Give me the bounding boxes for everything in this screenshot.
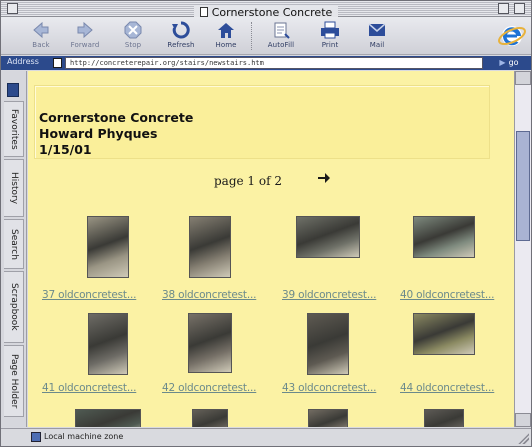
next-page-arrow-icon[interactable]: [317, 170, 331, 184]
status-text: Local machine zone: [44, 432, 124, 441]
zone-icon: [31, 432, 41, 442]
refresh-icon: [172, 21, 190, 39]
tab-scrapbook[interactable]: Scrapbook: [4, 271, 24, 343]
tab-search-label: Search: [9, 228, 19, 260]
stop-icon: [124, 21, 142, 39]
thumbnail-image[interactable]: [88, 313, 128, 375]
stop-button[interactable]: Stop: [111, 18, 155, 54]
page-date: 1/15/01: [39, 142, 92, 157]
scroll-down-button[interactable]: [515, 413, 531, 427]
thumbnail-caption-link[interactable]: 43 oldconcretest...: [282, 382, 376, 394]
thumbnail-image[interactable]: [308, 409, 348, 427]
print-button[interactable]: Print: [308, 18, 352, 54]
print-label: Print: [321, 41, 339, 49]
page-header-box: Cornerstone Concrete Howard Phyques 1/15…: [34, 85, 490, 159]
mail-icon: [368, 23, 386, 36]
thumbnail-image[interactable]: [413, 313, 475, 355]
explorer-bar: Favorites History Search Scrapbook Page …: [1, 71, 27, 427]
vertical-scrollbar[interactable]: [514, 71, 531, 427]
autofill-button[interactable]: AutoFill: [259, 18, 303, 54]
browser-window: Cornerstone Concrete Back Forward Stop R…: [0, 0, 532, 447]
scroll-up-button[interactable]: [515, 71, 531, 85]
home-icon: [218, 23, 234, 38]
status-bar: Local machine zone: [1, 428, 531, 446]
title-bar[interactable]: Cornerstone Concrete: [1, 1, 531, 20]
go-button[interactable]: ▶ go: [489, 57, 529, 69]
tab-search[interactable]: Search: [4, 219, 24, 269]
home-label: Home: [215, 41, 237, 49]
collapse-box[interactable]: [514, 3, 525, 14]
tab-page-holder-label: Page Holder: [9, 353, 19, 409]
mail-label: Mail: [369, 41, 385, 49]
address-input[interactable]: http://concreterepair.org/stairs/newstai…: [65, 57, 483, 69]
printer-icon: [321, 21, 339, 39]
thumbnail-caption-link[interactable]: 42 oldconcretest...: [162, 382, 256, 394]
thumbnail-caption-link[interactable]: 38 oldconcretest...: [162, 289, 256, 301]
tab-scrapbook-label: Scrapbook: [9, 283, 19, 331]
page-content: Cornerstone Concrete Howard Phyques 1/15…: [28, 71, 514, 427]
thumbnail-image[interactable]: [413, 216, 475, 258]
tab-favorites-label: Favorites: [9, 108, 19, 150]
go-arrow-icon: ▶: [499, 58, 506, 67]
resize-grip[interactable]: [518, 433, 529, 444]
go-label: go: [508, 58, 519, 67]
back-arrow-icon: [33, 21, 49, 39]
toolbar-separator: [251, 22, 252, 50]
thumbnail-caption-link[interactable]: 39 oldconcretest...: [282, 289, 376, 301]
tab-history[interactable]: History: [4, 159, 24, 217]
thumbnail-image[interactable]: [75, 409, 141, 427]
document-icon: [199, 7, 208, 17]
address-label: Address: [7, 57, 39, 66]
company-name: Cornerstone Concrete: [39, 110, 194, 125]
autofill-label: AutoFill: [267, 41, 295, 49]
forward-arrow-icon: [77, 21, 93, 39]
tab-history-label: History: [9, 171, 19, 205]
back-button[interactable]: Back: [19, 18, 63, 54]
toolbar: Back Forward Stop Refresh Home AutoFill …: [1, 17, 531, 55]
thumbnail-image[interactable]: [307, 313, 349, 375]
thumbnail-caption-link[interactable]: 44 oldconcretest...: [400, 382, 494, 394]
tab-favorites[interactable]: Favorites: [4, 101, 24, 157]
autofill-icon: [274, 22, 290, 39]
refresh-label: Refresh: [167, 41, 195, 49]
thumbnail-image[interactable]: [87, 216, 129, 278]
tab-page-holder[interactable]: Page Holder: [4, 345, 24, 417]
thumbnail-image[interactable]: [188, 313, 232, 373]
mail-button[interactable]: Mail: [355, 18, 399, 54]
thumbnail-image[interactable]: [192, 409, 228, 427]
stop-label: Stop: [124, 41, 142, 49]
back-label: Back: [32, 41, 50, 49]
home-button[interactable]: Home: [204, 18, 248, 54]
thumbnail-caption-link[interactable]: 37 oldconcretest...: [42, 289, 136, 301]
zoom-box[interactable]: [498, 3, 509, 14]
scroll-thumb[interactable]: [516, 131, 530, 241]
explorer-bar-icon[interactable]: [7, 83, 19, 97]
thumbnail-caption-link[interactable]: 40 oldconcretest...: [400, 289, 494, 301]
refresh-button[interactable]: Refresh: [159, 18, 203, 54]
address-bar: Address http://concreterepair.org/stairs…: [1, 56, 531, 70]
page-indicator: page 1 of 2: [214, 174, 282, 188]
author-name: Howard Phyques: [39, 126, 158, 141]
thumbnail-image[interactable]: [189, 216, 231, 278]
thumbnail-image[interactable]: [296, 216, 360, 258]
page-icon: [53, 58, 62, 68]
thumbnail-caption-link[interactable]: 41 oldconcretest...: [42, 382, 136, 394]
internet-explorer-logo-icon: [498, 26, 526, 46]
thumbnail-image[interactable]: [424, 409, 464, 427]
forward-button[interactable]: Forward: [63, 18, 107, 54]
forward-label: Forward: [70, 41, 100, 49]
